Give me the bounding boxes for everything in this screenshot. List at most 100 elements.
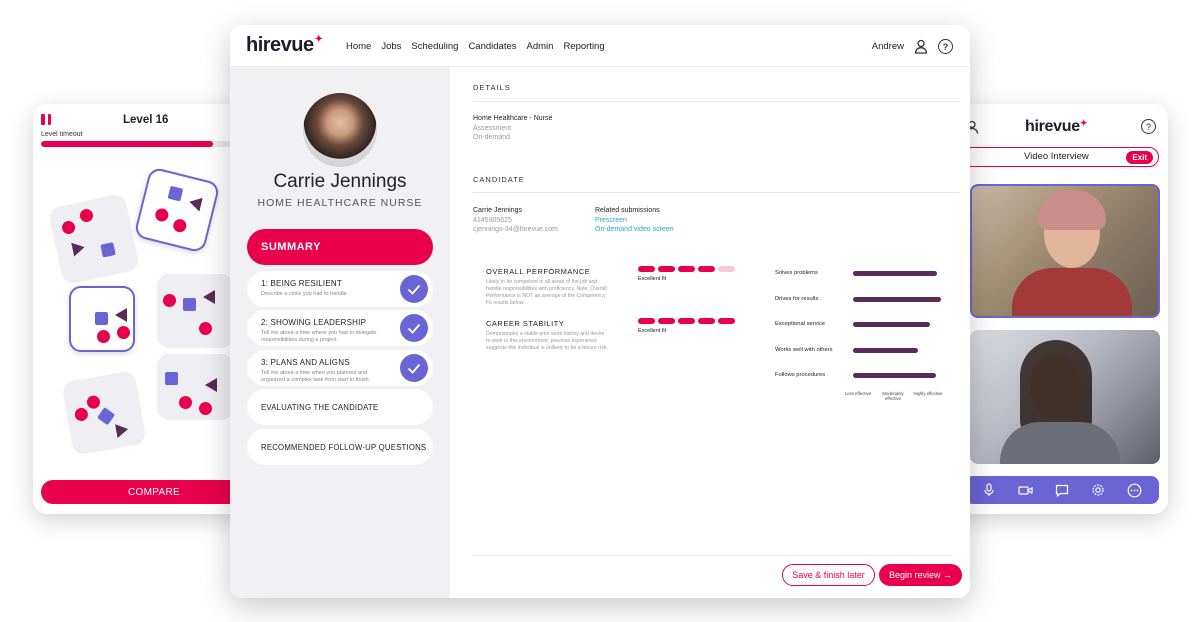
job-mode: On-demand	[473, 134, 510, 141]
puzzle-tile[interactable]	[47, 192, 141, 286]
trait-score-bar	[853, 296, 942, 302]
puzzle-tile-selected[interactable]	[69, 286, 135, 352]
square-shape	[97, 407, 116, 426]
nav-jobs[interactable]: Jobs	[381, 41, 401, 52]
checkmark-icon	[400, 275, 428, 303]
triangle-shape	[205, 378, 217, 392]
puzzle-tile-selected[interactable]	[133, 166, 221, 254]
top-navigation-bar: hirevue✦ Home Jobs Scheduling Candidates…	[230, 25, 970, 67]
candidate-heading: CANDIDATE	[473, 175, 525, 184]
puzzle-tile[interactable]	[61, 370, 147, 456]
primary-nav: Home Jobs Scheduling Candidates Admin Re…	[346, 41, 605, 52]
related-link-video-screen[interactable]: On-demand video screen	[595, 226, 674, 233]
competency-item[interactable]: 1: BEING RESILIENT Describe a crisis you…	[247, 271, 433, 307]
circle-shape	[199, 322, 212, 335]
section-title: RECOMMENDED FOLLOW-UP QUESTIONS	[261, 443, 427, 452]
square-shape	[95, 312, 108, 325]
overall-performance-title: OVERALL PERFORMANCE	[486, 267, 591, 276]
puzzle-tile[interactable]	[157, 274, 233, 348]
nav-admin[interactable]: Admin	[527, 41, 554, 52]
microphone-icon[interactable]	[980, 481, 998, 499]
candidate-email[interactable]: cjennings-34@hirevue.com	[473, 226, 558, 233]
stability-fit-meter	[638, 318, 735, 324]
candidate-video-feed	[970, 330, 1160, 464]
trait-label: Exceptional service	[775, 321, 825, 327]
scale-label-highly: Highly effective	[913, 391, 943, 396]
square-shape	[183, 298, 196, 311]
exit-button[interactable]: Exit	[1126, 150, 1153, 164]
user-icon[interactable]	[914, 39, 928, 54]
square-shape	[167, 185, 184, 202]
nav-candidates[interactable]: Candidates	[468, 41, 516, 52]
circle-shape	[171, 217, 188, 234]
performance-panel: OVERALL PERFORMANCE Likely to be compete…	[473, 255, 960, 415]
job-type: Assessment	[473, 125, 512, 132]
fit-meter-segment	[638, 318, 655, 324]
trait-score-bar	[853, 271, 938, 276]
career-stability-title: CAREER STABILITY	[486, 319, 565, 328]
related-submissions-heading: Related submissions	[595, 207, 660, 214]
video-interview-bar: Video Interview Exit	[957, 147, 1159, 167]
trait-label: Solves problems	[775, 270, 818, 276]
career-stability-description: Demonstrates a stable prior work history…	[486, 331, 608, 352]
help-icon[interactable]: ?	[1141, 119, 1156, 134]
summary-tab[interactable]: SUMMARY	[247, 229, 433, 265]
candidate-name: Carrie Jennings	[273, 171, 407, 192]
nav-reporting[interactable]: Reporting	[563, 41, 604, 52]
checkmark-icon	[400, 354, 428, 382]
circle-shape	[97, 330, 110, 343]
triangle-shape	[203, 290, 215, 304]
fit-meter-segment	[698, 266, 715, 272]
trait-score-bar	[853, 322, 930, 327]
circle-shape	[199, 402, 212, 415]
camera-icon[interactable]	[1017, 481, 1035, 499]
overall-fit-meter	[638, 266, 735, 272]
competency-item[interactable]: 3: PLANS AND ALIGNS Tell me about a time…	[247, 350, 433, 386]
hirevue-logo[interactable]: hirevue✦	[246, 34, 323, 57]
level-timeout-fill	[41, 141, 213, 147]
summary-content: DETAILS Home Healthcare - Nurse Assessme…	[450, 67, 970, 598]
related-link-prescreen[interactable]: Prescreen	[595, 217, 627, 224]
circle-shape	[163, 294, 176, 307]
user-name[interactable]: Andrew	[872, 41, 904, 52]
follow-up-questions-item[interactable]: RECOMMENDED FOLLOW-UP QUESTIONS	[247, 429, 433, 465]
stability-fit-label: Excellent fit	[638, 328, 667, 334]
nav-scheduling[interactable]: Scheduling	[411, 41, 458, 52]
chat-icon[interactable]	[1053, 481, 1071, 499]
begin-review-button[interactable]: Begin review →	[879, 564, 962, 586]
triangle-shape	[115, 422, 130, 439]
video-toolbar	[965, 476, 1159, 504]
participant-hair	[1038, 190, 1106, 230]
puzzle-tile[interactable]	[157, 354, 233, 420]
divider	[473, 192, 960, 193]
trait-label: Follows procedures	[775, 372, 826, 378]
candidate-role: HOME HEALTHCARE NURSE	[257, 197, 423, 209]
settings-icon[interactable]	[1089, 481, 1107, 499]
competency-item[interactable]: 2: SHOWING LEADERSHIP Tell me about a ti…	[247, 310, 433, 346]
competency-title: 1: BEING RESILIENT	[261, 279, 342, 288]
level-title: Level 16	[123, 114, 169, 126]
fit-meter-segment	[658, 266, 675, 272]
review-dashboard-window: hirevue✦ Home Jobs Scheduling Candidates…	[230, 25, 970, 598]
competency-description: Tell me about a time when you planned an…	[261, 370, 371, 384]
evaluating-the-candidate-item[interactable]: EVALUATING THE CANDIDATE	[247, 389, 433, 425]
competency-description: Describe a crisis you had to handle.	[261, 291, 349, 297]
circle-shape	[85, 394, 101, 410]
overall-performance-description: Likely to be competent in all areas of t…	[486, 279, 607, 307]
trait-label: Drives for results	[775, 295, 819, 302]
fit-meter-segment	[718, 266, 735, 272]
overall-fit-label: Excellent fit	[638, 276, 667, 282]
help-icon[interactable]: ?	[938, 39, 953, 54]
circle-shape	[73, 406, 89, 422]
more-icon[interactable]	[1126, 481, 1144, 499]
candidate-avatar	[303, 93, 377, 167]
trait-score-bar	[853, 373, 936, 378]
participant-jacket	[1000, 422, 1120, 464]
save-finish-later-button[interactable]: Save & finish later	[782, 564, 875, 586]
nav-home[interactable]: Home	[346, 41, 371, 52]
candidate-phone: 4145905625	[473, 217, 512, 224]
square-shape	[100, 242, 116, 258]
scale-label-less: Less effective	[844, 391, 872, 396]
pause-icon[interactable]	[41, 114, 51, 125]
fit-meter-segment	[718, 318, 735, 324]
